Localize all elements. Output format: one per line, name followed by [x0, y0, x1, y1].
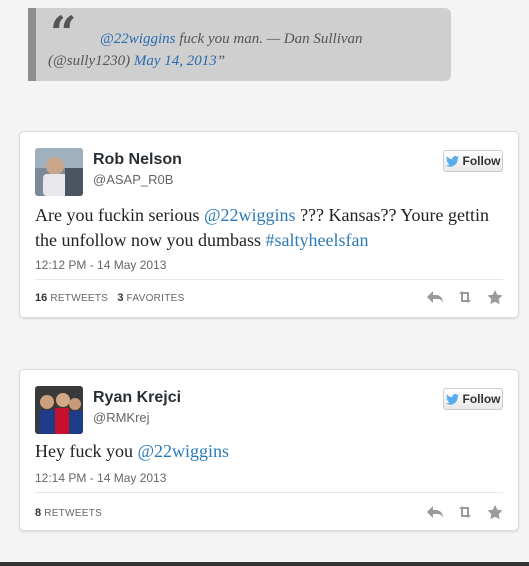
tweet-card: Ryan Krejci @RMKrej Follow Hey fuck you …	[19, 369, 519, 531]
tweet-stats: 16 Retweets 3 Favorites	[35, 292, 191, 304]
page-bottom-border	[0, 562, 529, 566]
retweet-icon[interactable]	[456, 504, 474, 520]
quote-mention-link[interactable]: @22wiggins	[100, 31, 175, 47]
tweet-timestamp[interactable]: 12:12 PM - 14 May 2013	[35, 258, 166, 272]
author-handle[interactable]: @ASAP_R0B	[93, 172, 173, 187]
hashtag-link[interactable]: #saltyheelsfan	[265, 230, 368, 250]
twitter-bird-icon	[445, 393, 459, 405]
tweet-card: Rob Nelson @ASAP_R0B Follow Are you fuck…	[19, 131, 519, 318]
tweet-stats: 8 Retweets	[35, 507, 108, 519]
twitter-bird-icon	[445, 155, 459, 167]
retweets-label: Retweets	[50, 293, 109, 304]
favorite-count[interactable]: 3	[117, 292, 123, 304]
author-handle[interactable]: @RMKrej	[93, 410, 150, 425]
divider	[35, 279, 503, 280]
divider	[35, 492, 503, 493]
tweet-text: Hey fuck you @22wiggins	[35, 439, 505, 464]
mention-link[interactable]: @22wiggins	[204, 205, 296, 225]
author-name[interactable]: Ryan Krejci	[93, 389, 181, 407]
tweet-text-part: Hey fuck you	[35, 441, 138, 461]
tweet-text: Are you fuckin serious @22wiggins ??? Ka…	[35, 203, 505, 253]
embedded-quote: “ @22wiggins fuck you man. — Dan Sulliva…	[28, 8, 451, 81]
retweet-icon[interactable]	[456, 289, 474, 305]
author-name[interactable]: Rob Nelson	[93, 151, 182, 169]
follow-button[interactable]: Follow	[443, 150, 503, 172]
mention-link[interactable]: @22wiggins	[137, 441, 229, 461]
retweet-count[interactable]: 8	[35, 507, 41, 519]
tweet-actions	[426, 504, 504, 520]
quote-close-mark: ”	[216, 53, 226, 69]
quote-text: @22wiggins fuck you man. — Dan Sullivan …	[48, 28, 448, 72]
reply-icon[interactable]	[426, 504, 444, 520]
avatar[interactable]	[35, 148, 83, 196]
retweets-label: Retweets	[44, 508, 103, 519]
favorites-label: Favorites	[126, 293, 185, 304]
quote-date-link[interactable]: May 14, 2013	[134, 53, 217, 69]
favorite-icon[interactable]	[486, 289, 504, 305]
tweet-actions	[426, 289, 504, 305]
follow-label: Follow	[462, 154, 501, 168]
follow-button[interactable]: Follow	[443, 388, 503, 410]
reply-icon[interactable]	[426, 289, 444, 305]
tweet-timestamp[interactable]: 12:14 PM - 14 May 2013	[35, 471, 166, 485]
avatar[interactable]	[35, 386, 83, 434]
tweet-text-part: Are you fuckin serious	[35, 205, 204, 225]
favorite-icon[interactable]	[486, 504, 504, 520]
follow-label: Follow	[462, 392, 501, 406]
retweet-count[interactable]: 16	[35, 292, 47, 304]
